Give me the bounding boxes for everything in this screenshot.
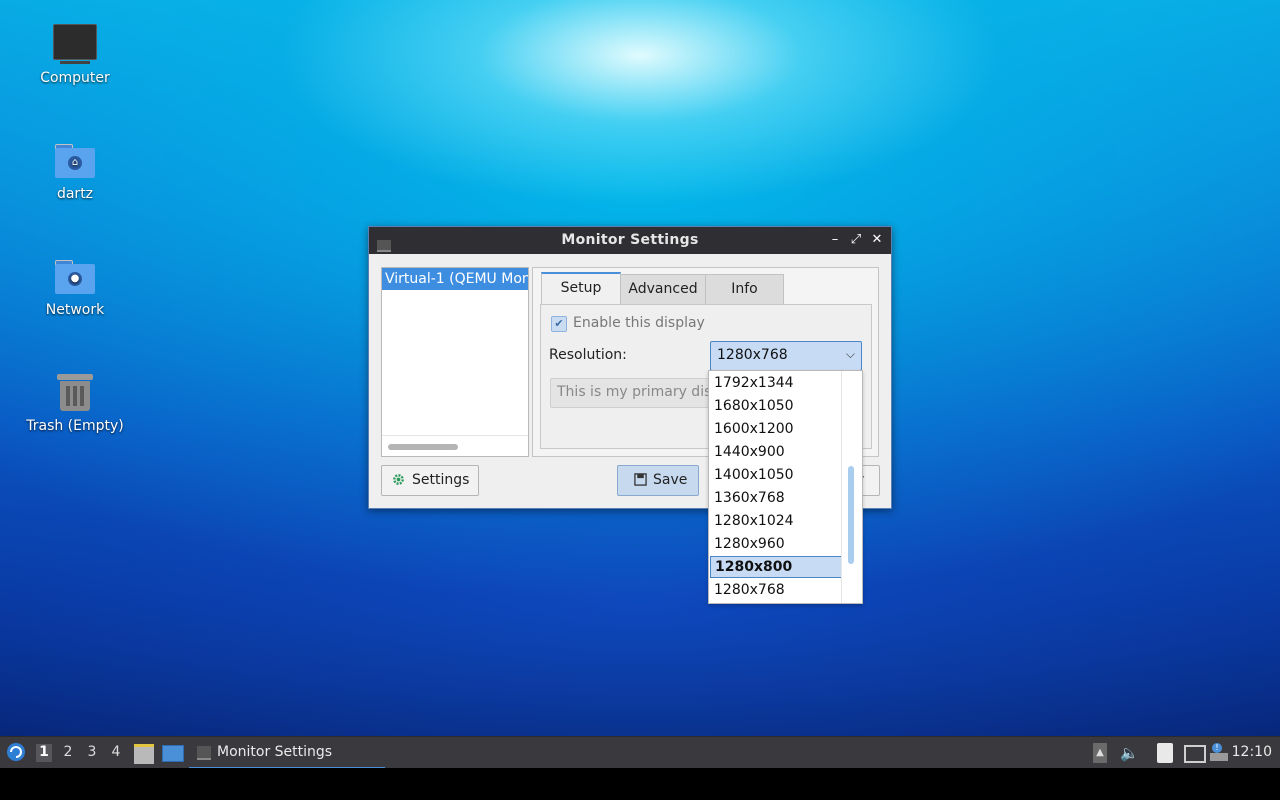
desktop-icon-label: dartz <box>56 186 94 202</box>
settings-button[interactable]: Settings <box>381 465 479 496</box>
network-folder-icon: ● <box>55 260 95 294</box>
dropdown-scrollbar-thumb[interactable] <box>848 466 854 564</box>
clipboard-icon[interactable] <box>1157 743 1173 763</box>
resolution-option[interactable]: 1280x1024 <box>710 510 843 532</box>
resolution-option[interactable]: 1400x1050 <box>710 464 843 486</box>
resolution-dropdown-list[interactable]: 1792x1344 1680x1050 1600x1200 1440x900 1… <box>708 370 863 604</box>
tab-advanced[interactable]: Advanced <box>620 274 706 304</box>
taskbar-task-monitor-settings[interactable]: Monitor Settings <box>189 737 385 769</box>
file-manager-launcher-icon[interactable] <box>134 744 154 764</box>
enable-display-checkbox[interactable]: ✔ <box>551 316 567 332</box>
resolution-label: Resolution: <box>549 347 627 363</box>
volume-icon[interactable]: 🔈 <box>1120 743 1139 763</box>
desktop-icon-label: Trash (Empty) <box>26 418 124 434</box>
monitor-list-hscrollbar[interactable] <box>388 444 458 450</box>
desktop-icon-label: Network <box>45 302 105 318</box>
resolution-option[interactable]: 1792x1344 <box>710 372 843 394</box>
resolution-option[interactable]: 1280x768 <box>710 579 843 601</box>
workspace-1[interactable]: 1 <box>36 744 52 762</box>
desktop-icon-computer[interactable]: Computer <box>20 24 130 86</box>
resolution-option-highlighted[interactable]: 1280x800 <box>710 556 845 578</box>
update-notifier-icon[interactable]: ! <box>1210 743 1228 763</box>
resolution-option[interactable]: 1360x768 <box>710 487 843 509</box>
taskbar: 1 2 3 4 Monitor Settings ▲ 🔈 ! 12:10 <box>0 736 1280 769</box>
tab-info[interactable]: Info <box>705 274 784 304</box>
gear-icon <box>393 474 404 485</box>
desktop-icon-trash[interactable]: Trash (Empty) <box>20 372 130 434</box>
task-app-icon <box>197 746 211 760</box>
task-label: Monitor Settings <box>217 744 333 760</box>
resolution-value: 1280x768 <box>717 347 788 363</box>
maximize-icon[interactable]: ⤢ <box>847 231 865 249</box>
minimize-icon[interactable]: – <box>826 231 844 249</box>
window-titlebar[interactable]: Monitor Settings – ⤢ ✕ <box>369 227 891 254</box>
primary-display-label: This is my primary disp <box>557 384 721 400</box>
settings-button-label: Settings <box>412 472 470 488</box>
resolution-option[interactable]: 1440x900 <box>710 441 843 463</box>
dropdown-scrollbar[interactable] <box>841 371 862 603</box>
save-button-label: Save <box>653 472 688 488</box>
tab-setup[interactable]: Setup <box>541 272 621 304</box>
resolution-combobox[interactable]: 1280x768 ⌵ <box>710 341 862 371</box>
resolution-option[interactable]: 1680x1050 <box>710 395 843 417</box>
resolution-option[interactable]: 1280x960 <box>710 533 843 555</box>
chevron-down-icon: ⌵ <box>845 347 855 361</box>
workspace-2[interactable]: 2 <box>60 744 76 762</box>
resolution-option[interactable]: 1600x1200 <box>710 418 843 440</box>
primary-display-checkbox[interactable]: This is my primary disp <box>550 378 722 408</box>
desktop-icon-network[interactable]: ● Network <box>20 260 130 318</box>
screen-bottom-bar <box>0 768 1280 800</box>
network-icon[interactable] <box>1184 745 1206 763</box>
clock[interactable]: 12:10 <box>1232 744 1272 760</box>
desktop-icon-home[interactable]: ⌂ dartz <box>20 144 130 202</box>
monitor-list[interactable]: Virtual-1 (QEMU Mon <box>381 267 529 457</box>
workspace-3[interactable]: 3 <box>84 744 100 762</box>
start-menu-icon[interactable] <box>6 742 26 762</box>
monitor-list-item[interactable]: Virtual-1 (QEMU Mon <box>382 268 528 290</box>
tray-arrow-up-icon[interactable]: ▲ <box>1093 743 1107 763</box>
show-desktop-icon[interactable] <box>162 745 184 762</box>
home-folder-icon: ⌂ <box>55 144 95 178</box>
workspace-4[interactable]: 4 <box>108 744 124 762</box>
save-button[interactable]: Save <box>617 465 699 496</box>
monitor-list-separator <box>382 435 528 436</box>
monitor-icon <box>53 24 97 64</box>
close-icon[interactable]: ✕ <box>868 231 886 249</box>
floppy-disk-icon <box>634 473 647 486</box>
desktop-icon-label: Computer <box>40 70 110 86</box>
enable-display-label: Enable this display <box>573 315 705 331</box>
trash-icon <box>57 372 93 412</box>
window-title: Monitor Settings <box>561 232 699 248</box>
